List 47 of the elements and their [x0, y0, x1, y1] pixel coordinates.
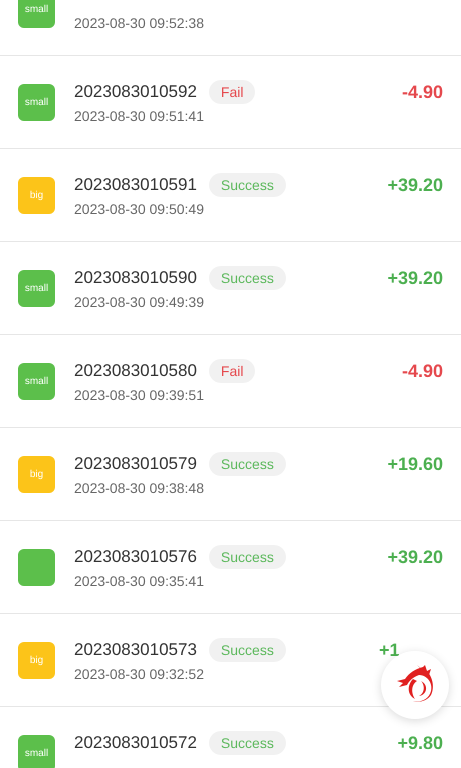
order-number: 2023083010580 — [74, 361, 197, 381]
small-tag-icon: small — [18, 84, 55, 120]
order-number: 2023083010591 — [74, 175, 197, 195]
record-row[interactable]: small 2023083010592 Fail 2023-08-30 09:51:41 -4.90 — [0, 56, 461, 149]
record-row[interactable]: 2023083010576 Success 2023-08-30 09:35:41 +39.20 — [0, 521, 461, 614]
order-time: 2023-08-30 09:38:48 — [74, 480, 204, 496]
big-tag-icon: big — [18, 642, 55, 678]
status-tag: Fail — [208, 80, 256, 104]
record-row[interactable]: small 2023083010580 Fail 2023-08-30 09:39:51 -4.90 — [0, 335, 461, 428]
small-tag-icon: small — [18, 0, 55, 28]
big-tag-icon: big — [18, 176, 55, 214]
order-number: 2023083010579 — [74, 454, 197, 474]
amount: +1 — [379, 640, 400, 660]
order-number: 2023083010572 — [74, 733, 197, 753]
small-tag-icon: small — [18, 270, 55, 306]
order-number: 2023083010573 — [74, 640, 197, 660]
status-tag: Success — [208, 731, 286, 755]
order-time: 2023-08-30 09:35:41 — [74, 573, 204, 589]
order-time: 2023-08-30 09:49:39 — [74, 294, 204, 310]
order-number: 2023083010590 — [74, 268, 197, 288]
big-tag-icon: big — [18, 456, 55, 492]
small-tag-icon: small — [18, 734, 55, 768]
order-number: 2023083010592 — [74, 82, 197, 102]
amount: +39.20 — [387, 546, 443, 568]
small-tag-icon: small — [18, 362, 55, 400]
order-time: 2023-08-30 09:52:38 — [74, 15, 204, 31]
status-tag: Success — [208, 173, 286, 197]
amount: +9.80 — [397, 732, 443, 754]
order-time: 2023-08-30 09:39:51 — [74, 387, 204, 403]
status-tag: Fail — [208, 359, 256, 383]
status-tag: Success — [208, 266, 286, 290]
amount: +19.60 — [387, 454, 443, 474]
status-tag: Success — [208, 638, 286, 662]
record-row[interactable]: big 2023083010579 Success 2023-08-30 09:38:48 +19.60 — [0, 428, 461, 521]
order-time: 2023-08-30 09:51:41 — [74, 108, 204, 124]
record-row[interactable]: small 2023083010590 Success 2023-08-30 09:49:39 +39.20 — [0, 242, 461, 335]
order-time: 2023-08-30 09:32:52 — [74, 666, 204, 682]
record-row[interactable]: small 2023-08-30 09:52:38 — [0, 0, 461, 56]
status-tag: Success — [208, 545, 286, 569]
order-time: 2023-08-30 09:50:49 — [74, 201, 204, 217]
amount: -4.90 — [402, 82, 443, 102]
amount: +39.20 — [387, 174, 443, 196]
amount: -4.90 — [402, 360, 443, 382]
amount: +39.20 — [387, 268, 443, 288]
status-tag: Success — [208, 452, 286, 476]
order-number: 2023083010576 — [74, 547, 197, 567]
record-row[interactable]: big 2023083010591 Success 2023-08-30 09:50:49 +39.20 — [0, 149, 461, 242]
